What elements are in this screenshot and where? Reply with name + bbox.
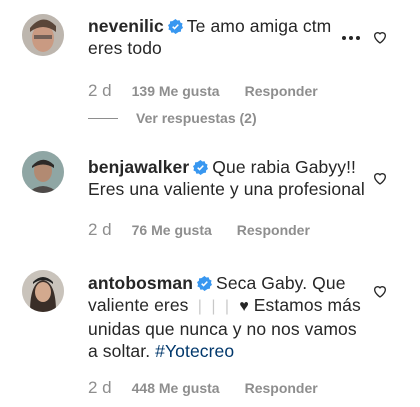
verified-badge-icon bbox=[197, 276, 213, 291]
timestamp[interactable]: 2 d bbox=[88, 378, 112, 398]
likes-count[interactable]: 448 Me gusta bbox=[132, 380, 220, 396]
heart-outline-icon[interactable] bbox=[372, 29, 388, 45]
comment-body: nevenilic Te amo amiga ctm eres todo bbox=[88, 15, 360, 59]
emoji-placeholder: ❘❘❘ bbox=[193, 298, 235, 315]
heart-outline-icon[interactable] bbox=[372, 283, 388, 299]
avatar-benjawalker-image bbox=[22, 151, 64, 193]
comment-text-line: Seca Gaby. Que bbox=[216, 273, 346, 293]
avatar-nevenilic-image bbox=[22, 14, 64, 56]
username[interactable]: benjawalker bbox=[88, 157, 189, 177]
view-replies-label: Ver respuestas (2) bbox=[136, 110, 257, 126]
comment-nevenilic: nevenilic Te amo amiga ctm eres todo 2 d … bbox=[0, 0, 420, 135]
likes-count[interactable]: 76 Me gusta bbox=[132, 222, 212, 238]
heart-outline-icon[interactable] bbox=[372, 170, 388, 186]
comment-meta: 2 d 76 Me gusta Responder bbox=[88, 220, 310, 240]
divider-line bbox=[88, 117, 118, 119]
comment-text-line: Te amo amiga ctm bbox=[186, 16, 332, 36]
timestamp[interactable]: 2 d bbox=[88, 81, 112, 101]
comment-text-line: valiente eres bbox=[88, 295, 189, 315]
username[interactable]: nevenilic bbox=[88, 16, 164, 36]
comment-text-line: unidas que nunca y no nos vamos bbox=[88, 319, 357, 339]
avatar-antobosman-image bbox=[22, 270, 64, 312]
comment-body: antobosman Seca Gaby. Que valiente eres ❘… bbox=[88, 272, 370, 362]
comment-text-line: Que rabia Gabyy!! bbox=[212, 157, 357, 177]
reply-button[interactable]: Responder bbox=[245, 380, 318, 396]
view-replies-button[interactable]: Ver respuestas (2) bbox=[88, 110, 257, 126]
avatar[interactable] bbox=[22, 151, 64, 193]
likes-count[interactable]: 139 Me gusta bbox=[132, 83, 220, 99]
timestamp[interactable]: 2 d bbox=[88, 220, 112, 240]
comment-meta: 2 d 139 Me gusta Responder bbox=[88, 81, 318, 101]
more-options-icon[interactable] bbox=[341, 34, 361, 42]
comment-text-line: Eres una valiente y una profesional bbox=[88, 179, 365, 199]
comment-meta: 2 d 448 Me gusta Responder bbox=[88, 378, 318, 398]
avatar[interactable] bbox=[22, 270, 64, 312]
comment-body: benjawalker Que rabia Gabyy!! Eres una va… bbox=[88, 156, 368, 200]
comment-text-line: Estamos más bbox=[253, 295, 361, 315]
reply-button[interactable]: Responder bbox=[237, 222, 310, 238]
black-heart-emoji: ♥ bbox=[239, 298, 249, 315]
reply-button[interactable]: Responder bbox=[245, 83, 318, 99]
comment-benjawalker: benjawalker Que rabia Gabyy!! Eres una va… bbox=[0, 135, 420, 260]
verified-badge-icon bbox=[193, 160, 209, 175]
verified-badge-icon bbox=[167, 19, 183, 34]
username[interactable]: antobosman bbox=[88, 273, 193, 293]
comment-text-line: a soltar. bbox=[88, 341, 151, 361]
hashtag-link[interactable]: #Yotecreo bbox=[155, 341, 234, 361]
avatar[interactable] bbox=[22, 14, 64, 56]
comment-text-line: eres todo bbox=[88, 38, 162, 58]
comment-antobosman: antobosman Seca Gaby. Que valiente eres ❘… bbox=[0, 260, 420, 407]
